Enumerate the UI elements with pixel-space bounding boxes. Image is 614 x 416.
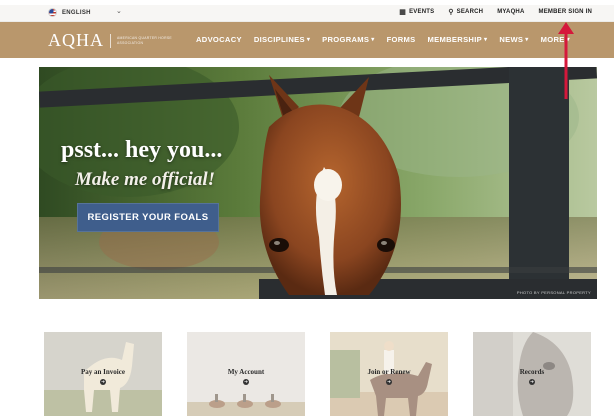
card-label: Pay an Invoice (81, 368, 125, 376)
card-label: Join or Renew (367, 368, 411, 376)
arrow-right-icon: ➜ (100, 379, 106, 385)
nav-item-disciplines[interactable]: DISCIPLINES ▾ (254, 35, 310, 44)
nav-item-label: ADVOCACY (196, 35, 242, 44)
arrow-right-icon: ➜ (529, 379, 535, 385)
logo-divider (110, 33, 111, 48)
calendar-icon: ▦ (399, 9, 407, 16)
chevron-down-icon: ▾ (371, 37, 375, 43)
card-join-renew[interactable]: Join or Renew ➜ (330, 332, 448, 416)
nav-item-label: PROGRAMS (322, 35, 370, 44)
page: ENGLISH ⌄ ▦ EVENTS ⚲ SEARCH MYAQHA MEMBE… (0, 0, 614, 416)
search-icon: ⚲ (448, 9, 454, 16)
chevron-down-icon: ▾ (566, 37, 570, 43)
register-foals-button[interactable]: REGISTER YOUR FOALS (77, 203, 219, 232)
nav-item-label: FORMS (386, 35, 416, 44)
hero-headline: psst... hey you... (61, 137, 223, 163)
chevron-down-icon: ▾ (484, 37, 488, 43)
hero-subline: Make me official! (75, 169, 216, 190)
arrow-right-icon: ➜ (386, 379, 392, 385)
search-label: SEARCH (456, 9, 484, 15)
events-label: EVENTS (409, 9, 435, 15)
events-link[interactable]: ▦ EVENTS (399, 8, 434, 16)
nav-item-advocacy[interactable]: ADVOCACY (196, 35, 242, 44)
chevron-down-icon: ▾ (525, 37, 529, 43)
nav-item-news[interactable]: NEWS ▾ (499, 35, 528, 44)
nav-item-programs[interactable]: PROGRAMS ▾ (322, 35, 374, 44)
chevron-down-icon: ▾ (306, 37, 311, 43)
nav-item-membership[interactable]: MEMBERSHIP ▾ (428, 35, 488, 44)
arrow-right-icon: ➜ (243, 379, 249, 385)
card-pay-invoice[interactable]: Pay an Invoice ➜ (44, 332, 162, 416)
logo-wordmark: AQHA (48, 30, 104, 50)
nav-item-label: MORE (540, 35, 565, 44)
card-records[interactable]: Records ➜ (473, 332, 591, 416)
search-link[interactable]: ⚲ SEARCH (448, 8, 483, 16)
main-nav: AQHA AMERICAN QUARTER HORSE ASSOCIATION … (0, 22, 614, 58)
utility-bar: ENGLISH ⌄ ▦ EVENTS ⚲ SEARCH MYAQHA MEMBE… (0, 5, 614, 22)
nav-item-more[interactable]: MORE ▾ (541, 35, 570, 44)
nav-item-label: NEWS (499, 35, 524, 44)
us-flag-icon (48, 8, 57, 17)
language-label: ENGLISH (62, 9, 91, 16)
myaqha-link[interactable]: MYAQHA (497, 9, 524, 15)
logo-subtitle: AMERICAN QUARTER HORSE ASSOCIATION (117, 36, 172, 45)
nav-item-forms[interactable]: FORMS (387, 35, 416, 44)
aqha-logo[interactable]: AQHA AMERICAN QUARTER HORSE ASSOCIATION (48, 30, 175, 51)
nav-menu: ADVOCACY DISCIPLINES ▾ PROGRAMS ▾ FORMS ME… (196, 35, 570, 44)
nav-item-label: DISCIPLINES (253, 35, 305, 44)
card-label: Records (519, 368, 545, 376)
member-sign-in-link[interactable]: MEMBER SIGN IN (539, 9, 592, 15)
nav-item-label: MEMBERSHIP (427, 35, 482, 44)
language-selector[interactable]: ENGLISH (48, 8, 91, 17)
card-label: My Account (227, 368, 265, 376)
chevron-down-icon[interactable]: ⌄ (116, 7, 122, 15)
photo-credit: PHOTO BY PERSONAL PROPERTY (516, 290, 591, 295)
utility-links: ▦ EVENTS ⚲ SEARCH MYAQHA MEMBER SIGN IN (399, 8, 592, 16)
hero-banner[interactable]: psst... hey you... Make me official! REG… (39, 67, 597, 299)
card-my-account[interactable]: My Account ➜ (187, 332, 305, 416)
